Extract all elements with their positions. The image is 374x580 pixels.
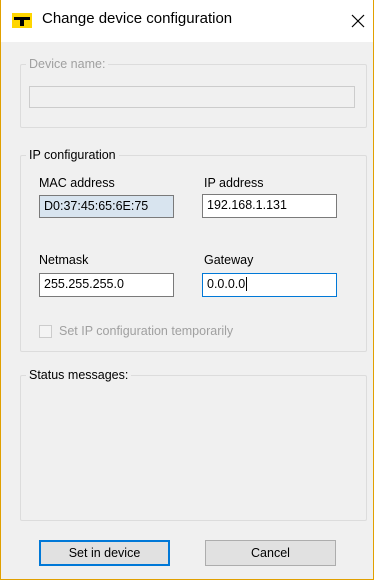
set-in-device-button[interactable]: Set in device	[39, 540, 170, 566]
gateway-value: 0.0.0.0	[207, 277, 246, 291]
status-messages-group: Status messages:	[20, 367, 367, 521]
netmask-field[interactable]: 255.255.255.0	[39, 273, 174, 297]
ip-address-label: IP address	[204, 176, 264, 190]
close-button[interactable]	[345, 8, 371, 34]
gateway-field[interactable]: 0.0.0.0	[202, 273, 337, 297]
text-caret	[246, 277, 248, 291]
title-bar: Change device configuration	[1, 0, 373, 42]
window-title: Change device configuration	[42, 10, 233, 27]
temporary-config-checkbox[interactable]	[39, 324, 52, 338]
device-name-group: Device name:	[20, 56, 367, 128]
ip-configuration-legend: IP configuration	[26, 147, 119, 163]
device-name-legend: Device name:	[26, 56, 109, 72]
temporary-config-label: Set IP configuration temporarily	[59, 324, 234, 338]
gateway-label: Gateway	[204, 253, 254, 267]
device-name-field[interactable]	[29, 86, 355, 108]
mac-address-label: MAC address	[39, 176, 115, 190]
close-icon	[351, 14, 365, 28]
ip-address-field[interactable]: 192.168.1.131	[202, 194, 337, 218]
status-messages-legend: Status messages:	[26, 367, 132, 383]
dialog-window: Change device configuration Device name:…	[0, 0, 374, 580]
mac-address-field[interactable]: D0:37:45:65:6E:75	[39, 195, 174, 218]
netmask-label: Netmask	[39, 253, 89, 267]
cancel-button[interactable]: Cancel	[205, 540, 336, 566]
temporary-config-option[interactable]: Set IP configuration temporarily	[39, 324, 233, 338]
app-logo-icon	[12, 13, 32, 28]
